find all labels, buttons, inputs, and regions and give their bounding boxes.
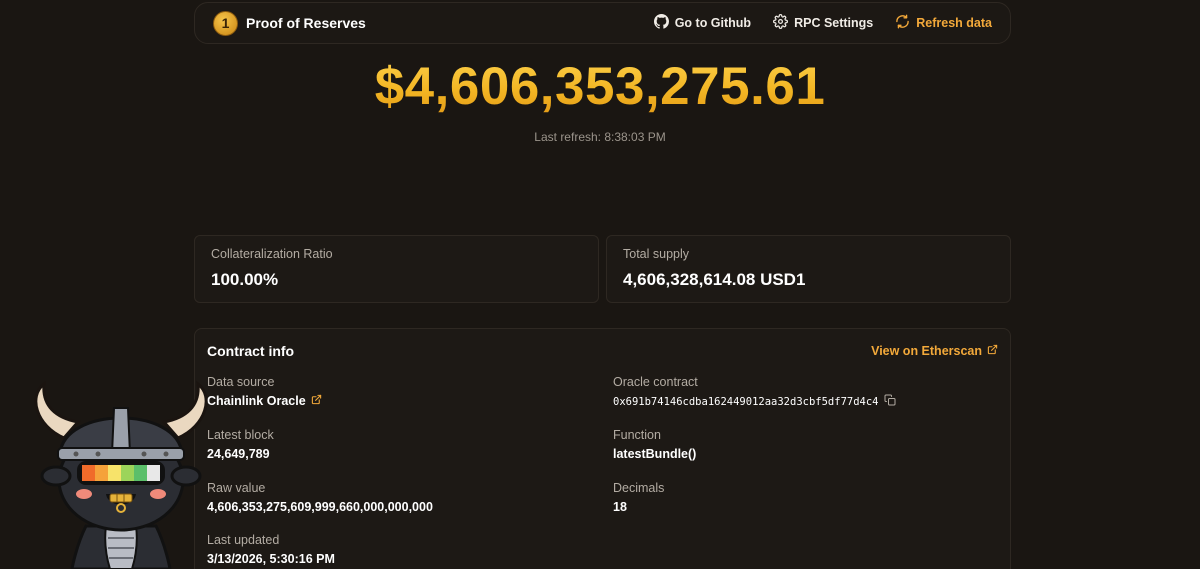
decimals-value: 18 xyxy=(613,500,627,514)
raw-value-label: Raw value xyxy=(207,481,266,495)
refresh-data-button[interactable]: Refresh data xyxy=(895,14,992,32)
function-field: Function latestBundle() xyxy=(613,428,696,461)
brand[interactable]: 1 Proof of Reserves xyxy=(213,10,366,36)
decimals-label: Decimals xyxy=(613,481,665,495)
bull-mascot-illustration xyxy=(26,376,216,569)
function-label: Function xyxy=(613,428,661,442)
last-updated-label: Last updated xyxy=(207,533,280,547)
collateralization-value: 100.00% xyxy=(211,270,279,289)
etherscan-label: View on Etherscan xyxy=(871,344,982,358)
contract-info-header: Contract info View on Etherscan xyxy=(207,343,998,359)
github-icon xyxy=(653,14,669,32)
data-source-field: Data source Chainlink Oracle xyxy=(207,375,322,408)
raw-value-field: Raw value 4,606,353,275,609,999,660,000,… xyxy=(207,481,433,514)
nav-actions: Go to Github RPC Settings Refresh data xyxy=(653,14,992,32)
contract-info-title: Contract info xyxy=(207,343,295,359)
external-link-icon xyxy=(987,344,998,358)
last-updated-value: 3/13/2026, 5:30:16 PM xyxy=(207,552,335,566)
coin-icon: 1 xyxy=(213,10,238,36)
raw-value-value: 4,606,353,275,609,999,660,000,000,000 xyxy=(207,500,433,514)
rpc-settings-label: RPC Settings xyxy=(794,16,874,30)
gear-icon xyxy=(773,14,789,32)
latest-block-value: 24,649,789 xyxy=(207,447,270,461)
data-source-value: Chainlink Oracle xyxy=(207,394,306,408)
decimals-field: Decimals 18 xyxy=(613,481,664,514)
collateralization-label: Collateralization Ratio xyxy=(211,247,333,261)
latest-block-field: Latest block 24,649,789 xyxy=(207,428,274,461)
data-source-label: Data source xyxy=(207,375,275,389)
total-supply-card: Total supply 4,606,328,614.08 USD1 xyxy=(606,235,1011,303)
github-button[interactable]: Go to Github xyxy=(653,14,752,32)
refresh-data-label: Refresh data xyxy=(916,16,992,30)
total-supply-label: Total supply xyxy=(623,247,690,261)
collateralization-card: Collateralization Ratio 100.00% xyxy=(194,235,599,303)
contract-info-panel: Contract info View on Etherscan Data sou… xyxy=(194,328,1011,569)
oracle-contract-label: Oracle contract xyxy=(613,375,698,389)
last-refresh-time: Last refresh: 8:38:03 PM xyxy=(534,130,666,144)
chainlink-oracle-link[interactable]: Chainlink Oracle xyxy=(207,394,306,408)
last-updated-field: Last updated 3/13/2026, 5:30:16 PM xyxy=(207,533,335,566)
external-link-icon[interactable] xyxy=(311,394,322,408)
refresh-icon xyxy=(895,14,910,32)
latest-block-label: Latest block xyxy=(207,428,274,442)
copy-icon[interactable] xyxy=(884,394,896,409)
rpc-settings-button[interactable]: RPC Settings xyxy=(773,14,873,32)
view-on-etherscan-link[interactable]: View on Etherscan xyxy=(871,344,998,358)
oracle-contract-address: 0x691b74146cdba162449012aa32d3cbf5df77d4… xyxy=(613,395,879,408)
total-supply-value: 4,606,328,614.08 USD1 xyxy=(623,270,806,289)
brand-title: Proof of Reserves xyxy=(246,15,366,31)
github-label: Go to Github xyxy=(674,16,752,30)
oracle-contract-field: Oracle contract 0x691b74146cdba162449012… xyxy=(613,375,896,409)
top-navbar: 1 Proof of Reserves Go to Github RPC Set… xyxy=(194,2,1011,44)
total-reserves-amount: $4,606,353,275.61 xyxy=(0,56,1200,117)
function-value: latestBundle() xyxy=(613,447,697,461)
